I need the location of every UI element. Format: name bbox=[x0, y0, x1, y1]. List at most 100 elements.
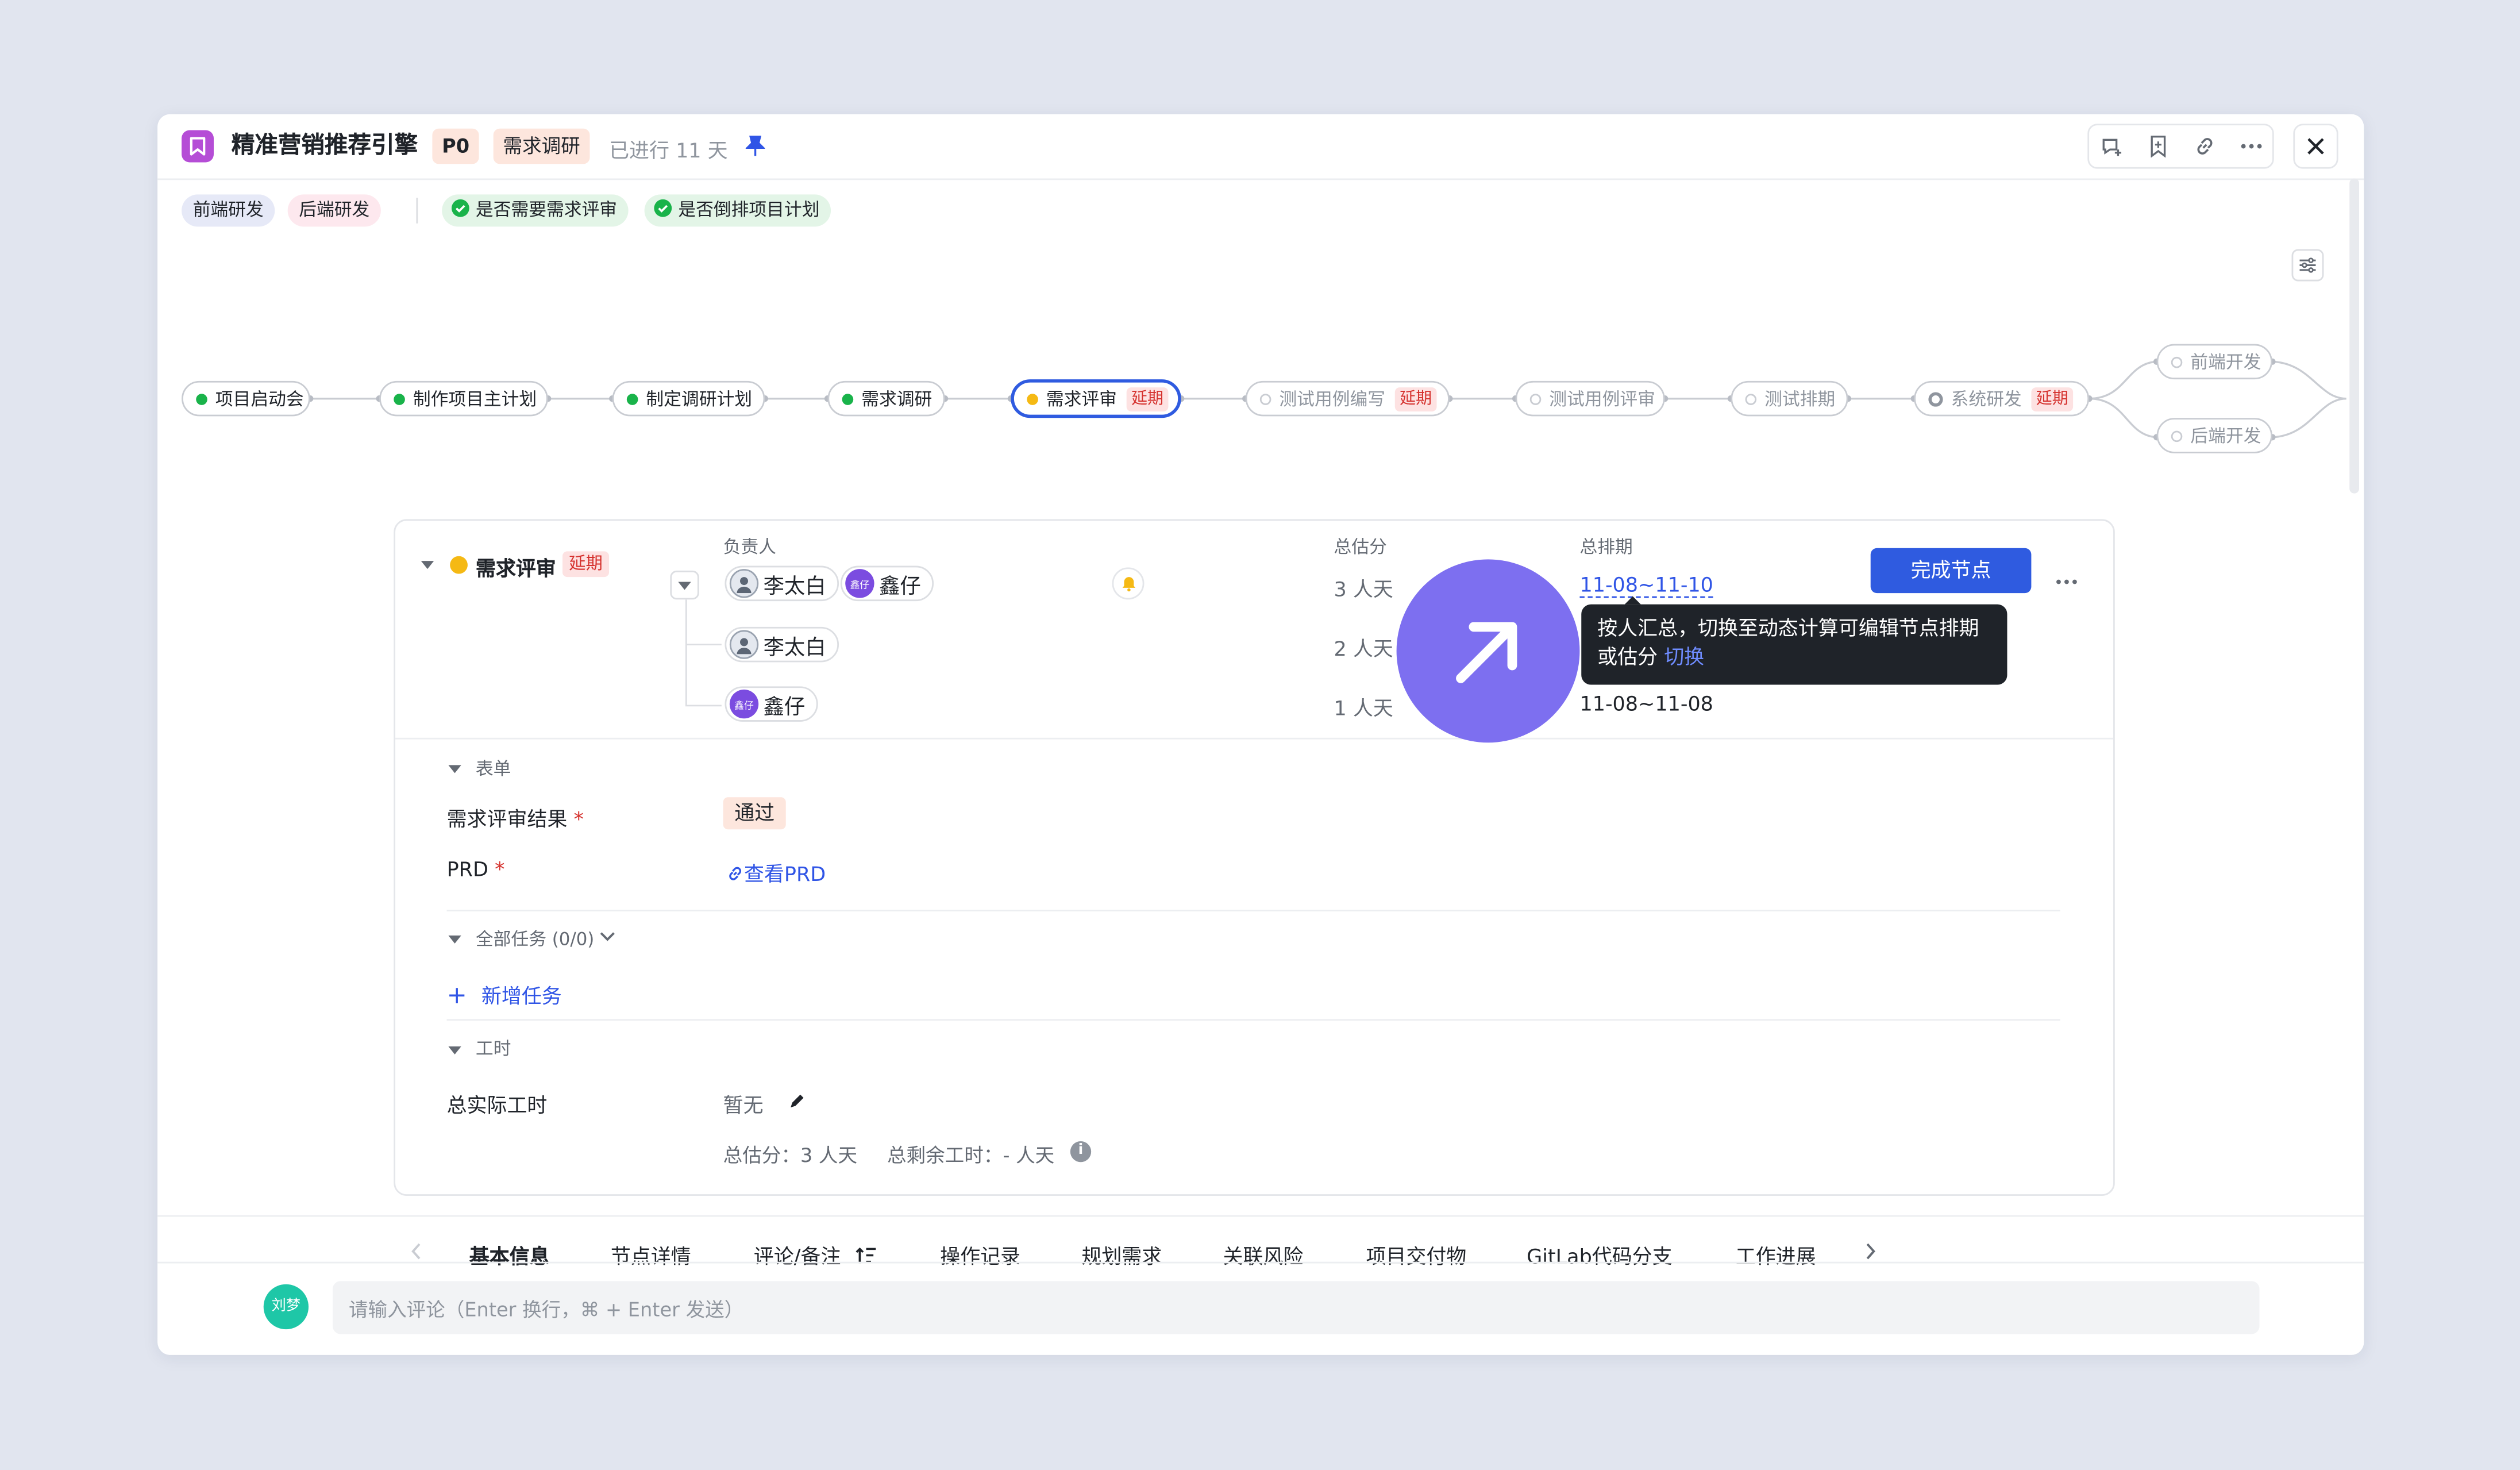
avatar: 鑫仔 bbox=[729, 689, 759, 719]
flow-settings-icon[interactable] bbox=[2291, 249, 2324, 282]
delay-badge: 延期 bbox=[1394, 386, 1437, 411]
check-circle-icon bbox=[654, 199, 672, 217]
pin-icon[interactable] bbox=[745, 133, 766, 164]
owner-chip-xin-row3[interactable]: 鑫仔 鑫仔 bbox=[725, 686, 818, 722]
flow-node-research[interactable]: 需求调研 bbox=[827, 380, 945, 417]
tree-lines bbox=[685, 599, 722, 707]
status-dot-icon bbox=[1259, 392, 1271, 405]
total-estimate: 3 人天 bbox=[1334, 577, 1393, 602]
vertical-scrollbar[interactable] bbox=[2349, 178, 2359, 494]
priority-badge: P0 bbox=[432, 128, 479, 164]
card-more-icon[interactable] bbox=[2055, 561, 2078, 591]
flow-node-review-active[interactable]: 需求评审 延期 bbox=[1011, 379, 1181, 418]
tab-planned-requirements[interactable]: 规划需求 bbox=[1081, 1239, 1162, 1269]
section-divider bbox=[446, 910, 2060, 911]
section-caret-icon[interactable] bbox=[448, 1046, 461, 1055]
flow-node-kickoff[interactable]: 项目启动会 bbox=[182, 380, 310, 417]
check-reverse-plan: 是否倒排项目计划 bbox=[644, 194, 831, 227]
bell-icon[interactable] bbox=[1112, 567, 1145, 600]
more-icon[interactable] bbox=[2230, 125, 2272, 167]
link-icon[interactable] bbox=[2184, 125, 2226, 167]
status-dot-icon bbox=[394, 392, 405, 405]
status-dot-icon bbox=[1529, 392, 1542, 405]
avatar: 鑫仔 bbox=[845, 569, 874, 598]
form-section-title: 表单 bbox=[475, 759, 511, 780]
tab-basic-info[interactable]: 基本信息 bbox=[469, 1239, 550, 1269]
delay-badge: 延期 bbox=[562, 551, 610, 578]
flow-node-system-dev[interactable]: 系统研发 延期 bbox=[1914, 380, 2090, 417]
total-schedule-link[interactable]: 11-08~11-10 bbox=[1579, 572, 1713, 598]
close-icon[interactable] bbox=[2293, 124, 2338, 169]
header-divider bbox=[157, 178, 2364, 180]
tab-work-progress[interactable]: 工作进展 bbox=[1736, 1239, 1816, 1269]
prd-link[interactable]: 查看PRD bbox=[726, 857, 826, 887]
tab-gitlab-branches[interactable]: GitLab代码分支 bbox=[1527, 1239, 1672, 1269]
add-task-button[interactable]: + 新增任务 bbox=[447, 979, 562, 1009]
schedule-xin: 11-08~11-08 bbox=[1579, 691, 1713, 715]
check-label: 是否倒排项目计划 bbox=[678, 199, 820, 221]
tabs-bottom-divider bbox=[157, 1261, 2364, 1264]
review-result-label: 需求评审结果 * bbox=[446, 807, 584, 832]
tag-frontend: 前端研发 bbox=[182, 194, 275, 227]
chevron-right-icon[interactable] bbox=[1864, 1242, 1877, 1260]
owner-header: 负责人 bbox=[723, 537, 776, 558]
status-dot-icon bbox=[196, 392, 207, 405]
collapse-caret-icon[interactable] bbox=[421, 561, 434, 569]
highlight-arrow-overlay bbox=[1396, 559, 1580, 743]
tab-comments[interactable]: 评论/备注 bbox=[754, 1239, 876, 1269]
status-dot-icon bbox=[2171, 430, 2183, 441]
flow-node-research-plan[interactable]: 制定调研计划 bbox=[612, 380, 765, 417]
tab-operation-log[interactable]: 操作记录 bbox=[940, 1239, 1020, 1269]
flow-node-test-schedule[interactable]: 测试排期 bbox=[1731, 380, 1848, 417]
elapsed-text: 已进行 11 天 bbox=[609, 138, 728, 163]
schedule-header: 总排期 bbox=[1579, 537, 1633, 558]
owner-chip-xin[interactable]: 鑫仔 鑫仔 bbox=[840, 565, 934, 602]
status-dot-icon bbox=[626, 392, 638, 405]
section-caret-icon[interactable] bbox=[448, 935, 461, 944]
status-dot-icon bbox=[450, 556, 468, 574]
page-title: 精准营销推荐引擎 bbox=[231, 133, 418, 159]
edit-pencil-icon[interactable] bbox=[788, 1091, 807, 1111]
project-icon bbox=[182, 130, 214, 163]
status-dot-icon bbox=[2171, 356, 2183, 368]
comment-placeholder: 请输入评论（Enter 换行，⌘ + Enter 发送） bbox=[348, 1298, 744, 1322]
expand-rows-button[interactable] bbox=[670, 570, 699, 600]
tooltip: 按人汇总，切换至动态计算可编辑节点排期或估分 切换 bbox=[1581, 596, 2007, 685]
hours-section-title: 工时 bbox=[475, 1038, 511, 1060]
tab-node-detail[interactable]: 节点详情 bbox=[611, 1239, 691, 1269]
estimate-li: 2 人天 bbox=[1334, 636, 1393, 661]
flow-node-master-plan[interactable]: 制作项目主计划 bbox=[379, 380, 548, 417]
tooltip-switch-link[interactable]: 切换 bbox=[1664, 645, 1704, 669]
avatar bbox=[729, 569, 759, 598]
flow-node-frontend-dev[interactable]: 前端开发 bbox=[2156, 344, 2272, 380]
section-divider bbox=[446, 1019, 2060, 1021]
owner-chip-li[interactable]: 李太白 bbox=[725, 565, 839, 602]
tab-related-risks[interactable]: 关联风险 bbox=[1223, 1239, 1304, 1269]
row-divider bbox=[395, 737, 2114, 740]
check-label: 是否需要需求评审 bbox=[475, 199, 618, 221]
status-dot-icon bbox=[1027, 392, 1038, 405]
review-result-value[interactable]: 通过 bbox=[723, 797, 786, 830]
remain-summary: 总剩余工时：- 人天 bbox=[887, 1144, 1055, 1167]
info-icon[interactable]: i bbox=[1070, 1141, 1092, 1163]
chevron-left-icon[interactable] bbox=[410, 1242, 422, 1260]
tooltip-text: 按人汇总，切换至动态计算可编辑节点排期或估分 bbox=[1597, 615, 1979, 669]
actual-hours-value: 暂无 bbox=[723, 1092, 764, 1117]
tag-backend: 后端研发 bbox=[287, 194, 381, 227]
complete-node-button[interactable]: 完成节点 bbox=[1870, 548, 2032, 594]
section-caret-icon[interactable] bbox=[448, 765, 461, 774]
check-need-review: 是否需要需求评审 bbox=[442, 194, 629, 227]
chevron-down-icon[interactable] bbox=[599, 930, 615, 942]
flow-node-test-case-write[interactable]: 测试用例编写 延期 bbox=[1245, 380, 1450, 417]
flow-node-test-case-review[interactable]: 测试用例评审 bbox=[1515, 380, 1665, 417]
comment-input[interactable]: 请输入评论（Enter 换行，⌘ + Enter 发送） bbox=[332, 1281, 2260, 1334]
bookmark-icon[interactable] bbox=[2137, 125, 2179, 167]
user-avatar: 刘梦 bbox=[263, 1284, 309, 1330]
node-name: 需求评审 bbox=[475, 556, 556, 580]
owner-chip-li-row2[interactable]: 李太白 bbox=[725, 626, 839, 663]
tab-deliverables[interactable]: 项目交付物 bbox=[1366, 1239, 1466, 1269]
add-comment-icon[interactable] bbox=[2091, 125, 2133, 167]
stage-badge: 需求调研 bbox=[493, 128, 590, 164]
status-dot-icon bbox=[1928, 391, 1943, 406]
flow-node-backend-dev[interactable]: 后端开发 bbox=[2156, 418, 2272, 453]
